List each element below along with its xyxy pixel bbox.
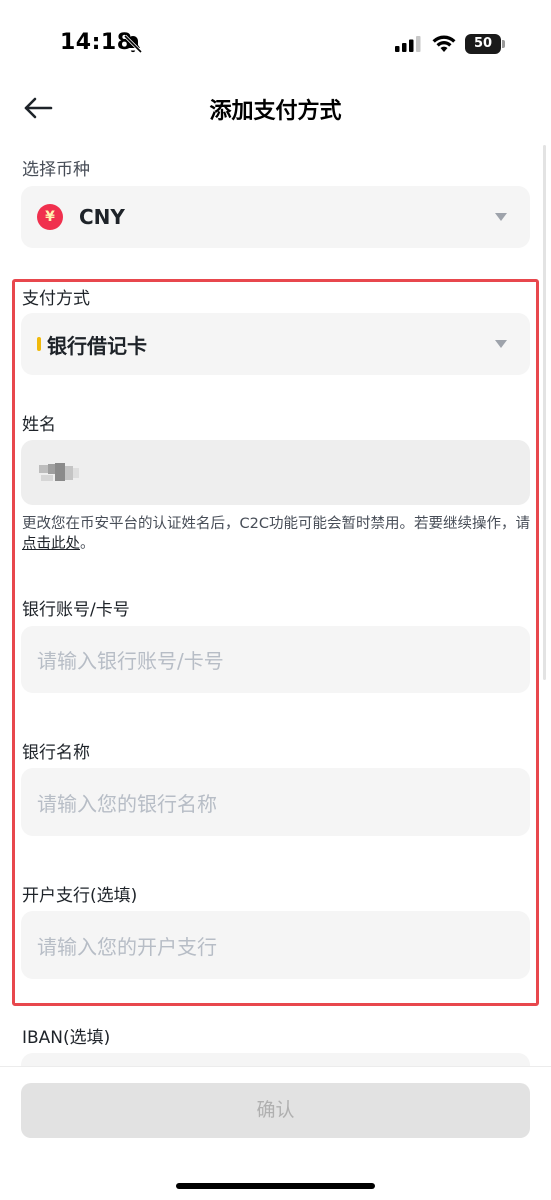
caret-down-icon (495, 340, 507, 348)
name-label: 姓名 (22, 415, 56, 435)
payment-method-label: 支付方式 (22, 289, 90, 309)
currency-value: CNY (79, 205, 125, 229)
scrollbar[interactable] (543, 145, 546, 680)
yuan-icon: ¥ (37, 204, 63, 230)
branch-label: 开户支行(选填) (22, 886, 138, 906)
bank-account-placeholder: 请输入银行账号/卡号 (37, 649, 224, 673)
wifi-icon (432, 35, 456, 52)
iban-label: IBAN(选填) (22, 1028, 111, 1048)
bank-account-input[interactable]: 请输入银行账号/卡号 (21, 626, 530, 693)
confirm-button[interactable]: 确认 (21, 1083, 530, 1138)
bank-name-input[interactable]: 请输入您的银行名称 (21, 768, 530, 836)
bank-name-placeholder: 请输入您的银行名称 (37, 791, 217, 816)
currency-label: 选择币种 (22, 160, 90, 180)
name-change-notice: 更改您在币安平台的认证姓名后，C2C功能可能会暂时禁用。若要继续操作，请点击此处… (22, 516, 530, 552)
caret-down-icon (495, 213, 507, 221)
branch-placeholder: 请输入您的开户支行 (37, 934, 217, 959)
payment-method-marker (37, 337, 41, 351)
page-title: 添加支付方式 (209, 99, 342, 124)
currency-select[interactable]: ¥ CNY (21, 186, 530, 248)
bell-muted-icon (123, 34, 143, 54)
redacted-name (39, 463, 79, 481)
header: 添加支付方式 (0, 85, 551, 131)
payment-method-select[interactable]: 银行借记卡 (21, 313, 530, 375)
battery-tip (502, 40, 505, 48)
click-here-link[interactable]: 点击此处 (22, 536, 80, 552)
bank-account-label: 银行账号/卡号 (22, 600, 130, 620)
status-bar: 14:18 50 (0, 0, 551, 90)
battery-indicator: 50 (465, 34, 501, 54)
bank-name-label: 银行名称 (22, 743, 90, 763)
payment-method-value: 银行借记卡 (47, 333, 147, 358)
branch-input[interactable]: 请输入您的开户支行 (21, 911, 530, 979)
signal-icon (395, 36, 421, 52)
name-field (21, 440, 530, 505)
home-indicator (176, 1183, 375, 1189)
